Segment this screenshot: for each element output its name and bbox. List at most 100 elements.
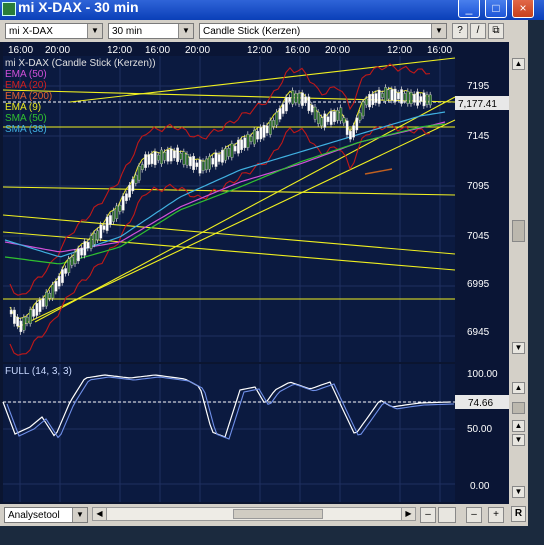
candle (115, 205, 119, 219)
candle (96, 230, 100, 241)
candle (108, 215, 112, 225)
chart-type-value: Candle Stick (Kerzen) (203, 26, 301, 37)
candle (150, 153, 154, 165)
candle (118, 205, 122, 212)
candle (61, 269, 64, 283)
interval-select[interactable]: 30 min ▼ (108, 23, 194, 39)
candle (54, 281, 58, 292)
time-label: 20:00 (45, 45, 70, 56)
candle (236, 139, 240, 154)
price-tick: 7045 (467, 231, 490, 242)
separator (438, 507, 456, 523)
detach-window-button[interactable]: ⧉ (488, 23, 504, 39)
chevron-down-icon[interactable]: ▼ (72, 508, 87, 522)
chart-type-select[interactable]: Candle Stick (Kerzen) ▼ (199, 23, 447, 39)
horizontal-scrollbar[interactable]: ◀ ▶ (92, 507, 416, 521)
analysis-tool-select[interactable]: Analysetool ▼ (4, 507, 88, 523)
zoom-out-button[interactable]: – (420, 507, 436, 523)
candle (185, 154, 189, 166)
instrument-select[interactable]: mi X-DAX ▼ (5, 23, 103, 39)
chart-svg[interactable]: 16:00 20:00 12:00 16:00 20:00 12:00 16:0… (0, 42, 528, 504)
zoom-reset-button[interactable]: – (466, 507, 482, 523)
candle (352, 125, 355, 138)
candle (329, 111, 333, 125)
candle (345, 120, 349, 135)
scroll-down-button[interactable]: ▼ (512, 486, 525, 498)
candle (214, 152, 218, 167)
scroll-thumb[interactable] (512, 402, 525, 414)
instrument-value: mi X-DAX (9, 26, 53, 37)
candle (70, 256, 74, 266)
candle (188, 156, 192, 167)
candle (102, 225, 106, 230)
candle (262, 124, 266, 138)
time-label: 20:00 (185, 45, 210, 56)
chart-area[interactable]: 16:00 20:00 12:00 16:00 20:00 12:00 16:0… (0, 42, 528, 504)
candle (249, 136, 253, 142)
candle (32, 309, 36, 317)
scroll-up-button[interactable]: ▲ (512, 382, 525, 394)
candle (179, 153, 183, 160)
scroll-right-button[interactable]: ▶ (401, 508, 415, 520)
time-label: 12:00 (387, 45, 412, 56)
candle (301, 92, 304, 106)
candle (45, 291, 48, 307)
scroll-thumb[interactable] (233, 509, 323, 519)
candle (310, 104, 314, 113)
close-button[interactable]: × (512, 0, 534, 18)
candle (291, 90, 295, 105)
candle (275, 111, 279, 126)
candle (195, 162, 199, 167)
legend-ema-20: EMA (20) (5, 80, 47, 91)
time-label: 20:00 (325, 45, 350, 56)
candle (176, 147, 179, 162)
maximize-button[interactable]: □ (485, 0, 507, 18)
scroll-down-button[interactable]: ▼ (512, 434, 525, 446)
candle (22, 317, 26, 331)
candle (307, 96, 311, 111)
candle (416, 91, 419, 106)
candle (365, 98, 368, 106)
candle (204, 158, 208, 171)
candle (131, 179, 135, 192)
candle (220, 149, 224, 163)
reset-button[interactable]: R (511, 506, 526, 522)
candle (9, 309, 13, 315)
candle (211, 157, 215, 165)
help-button[interactable]: ? (452, 23, 468, 39)
candle (320, 117, 323, 127)
zoom-in-button[interactable]: + (488, 507, 504, 523)
candle (12, 309, 16, 324)
candle (25, 316, 29, 324)
scroll-down-button[interactable]: ▲ (512, 420, 525, 432)
candle (371, 93, 375, 106)
draw-line-button[interactable]: / (470, 23, 486, 39)
minimize-button[interactable]: _ (458, 0, 480, 18)
vertical-scroll-strip[interactable]: ▲ ▼ ▲ ▲ ▼ ▼ (509, 42, 528, 504)
candle (89, 235, 93, 249)
candle (124, 193, 128, 201)
price-tick: 7145 (467, 131, 490, 142)
current-price-label: 7,177.41 (458, 99, 497, 110)
scroll-down-button[interactable]: ▼ (512, 342, 525, 354)
candle (99, 224, 103, 239)
candle (313, 106, 317, 120)
chevron-down-icon[interactable]: ▼ (178, 24, 193, 38)
candle (384, 87, 387, 102)
scroll-thumb[interactable] (512, 220, 525, 242)
candle (333, 111, 336, 122)
scroll-up-button[interactable]: ▲ (512, 58, 525, 70)
legend-ema-9: EMA (9) (5, 102, 41, 113)
chevron-down-icon[interactable]: ▼ (87, 24, 102, 38)
candle (76, 248, 80, 262)
candle (224, 148, 227, 161)
time-label: 12:00 (107, 45, 132, 56)
scroll-left-button[interactable]: ◀ (93, 508, 107, 520)
candle (259, 127, 263, 140)
candle (163, 152, 167, 161)
candle (368, 93, 371, 108)
chart-toolbar: mi X-DAX ▼ 30 min ▼ Candle Stick (Kerzen… (0, 20, 528, 42)
chevron-down-icon[interactable]: ▼ (431, 24, 446, 38)
candle (317, 111, 320, 124)
candle (246, 134, 250, 148)
